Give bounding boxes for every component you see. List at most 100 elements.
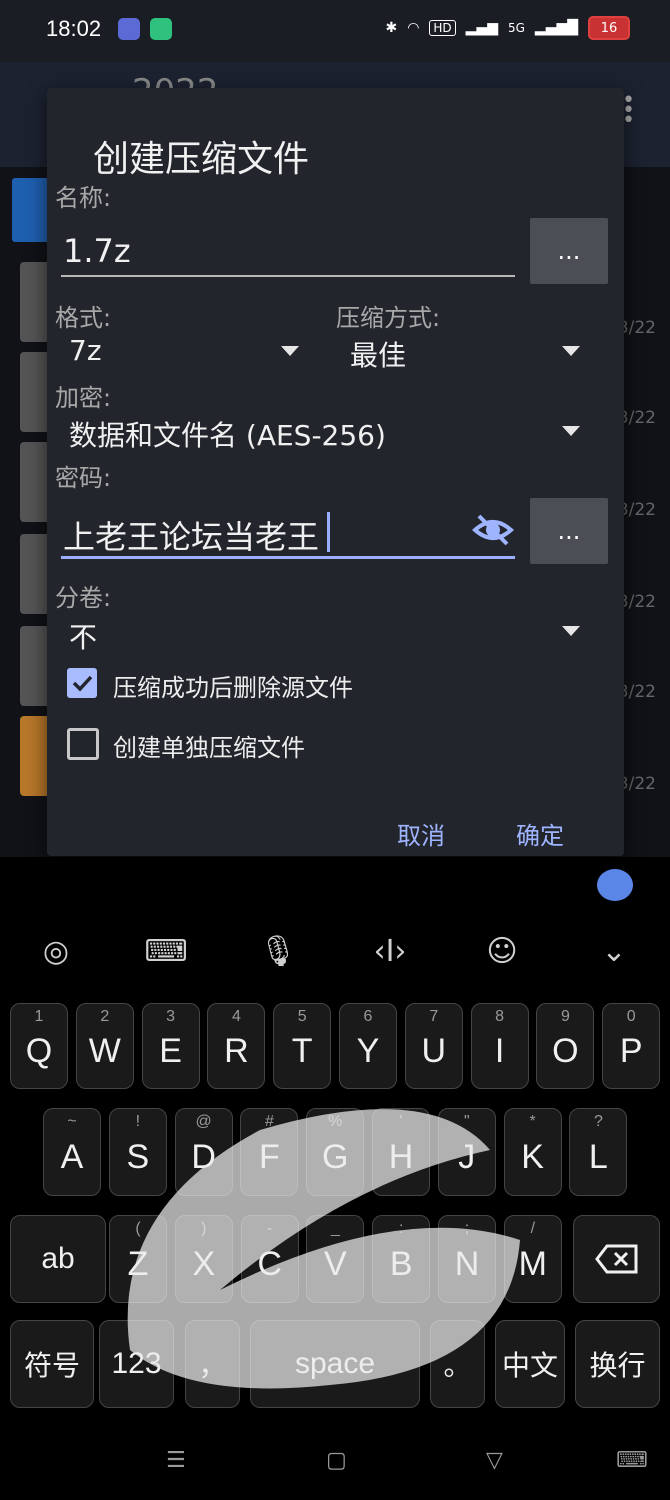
key-label: 123 (111, 1347, 162, 1380)
key-s[interactable]: ! S (108, 1108, 167, 1196)
home-icon[interactable]: ▢ (326, 1448, 347, 1473)
key-h[interactable]: ' H (372, 1108, 430, 1196)
comma-key[interactable]: ， (185, 1320, 240, 1408)
password-label: 密码: (55, 464, 112, 492)
key-r[interactable]: 4R (207, 1003, 266, 1089)
key-t[interactable]: 5T (273, 1003, 332, 1089)
shift-key[interactable]: ab (10, 1215, 106, 1303)
key-label: 。 (443, 1350, 472, 1381)
key-hint: ? (593, 1113, 603, 1130)
key-y[interactable]: 6Y (339, 1003, 397, 1089)
format-dropdown-icon[interactable] (281, 346, 299, 356)
name-input[interactable]: 1.7z (63, 232, 131, 270)
wifi-icon: ◠ (407, 20, 420, 36)
split-dropdown-icon[interactable] (562, 626, 580, 636)
dialog-title: 创建压缩文件 (93, 139, 310, 180)
key-hint: ( (135, 1220, 141, 1237)
key-label: O (552, 1031, 579, 1070)
key-a[interactable]: ~ A (43, 1108, 101, 1196)
key-b[interactable]: :B (372, 1215, 431, 1303)
key-j[interactable]: " J (437, 1108, 496, 1196)
visibility-off-icon[interactable] (471, 510, 515, 550)
name-browse-button[interactable]: ... (530, 218, 608, 284)
separate-archives-label[interactable]: 创建单独压缩文件 (113, 728, 305, 763)
key-label: H (388, 1137, 414, 1176)
bluetooth-icon: ✱ (385, 20, 398, 36)
key-g[interactable]: % G (306, 1108, 365, 1196)
key-e[interactable]: 3E (141, 1003, 200, 1089)
password-underline (61, 556, 515, 559)
signal-icon: ▂▄▆ (465, 20, 498, 36)
key-k[interactable]: * K (503, 1108, 562, 1196)
key-x[interactable]: ) X (174, 1215, 233, 1303)
split-label: 分卷: (55, 584, 112, 612)
encryption-dropdown-icon[interactable] (562, 426, 580, 436)
format-label: 格式: (55, 304, 112, 332)
method-dropdown-icon[interactable] (562, 346, 580, 356)
key-hint: : (398, 1220, 404, 1237)
key-w[interactable]: 2W (75, 1003, 134, 1089)
key-label: J (458, 1137, 476, 1176)
assistant-avatar-icon[interactable] (597, 869, 633, 901)
menu-icon[interactable]: ☰ (166, 1448, 186, 1473)
enter-key[interactable]: 换行 (575, 1320, 660, 1408)
key-n[interactable]: ; N (438, 1215, 496, 1303)
background-thumb (20, 716, 50, 796)
keyboard-icon[interactable]: ⌨ (144, 931, 187, 971)
period-key[interactable]: 。 (430, 1320, 485, 1408)
name-underline (61, 275, 515, 277)
key-q[interactable]: 1Q (10, 1003, 68, 1089)
numbers-key[interactable]: 123 (99, 1320, 174, 1408)
ok-button[interactable]: 确定 (516, 816, 564, 851)
key-l[interactable]: ? L (569, 1108, 628, 1196)
chinese-key[interactable]: 中文 (495, 1320, 565, 1408)
key-label: 中文 (501, 1350, 558, 1381)
background-thumb (20, 262, 50, 342)
key-f[interactable]: # F (240, 1108, 299, 1196)
cursor-icon[interactable]: ‹I› (370, 931, 410, 971)
key-o[interactable]: 9O (536, 1003, 595, 1089)
key-label: D (191, 1137, 216, 1176)
encryption-select[interactable]: 数据和文件名 (AES-256) (69, 414, 386, 454)
delete-after-label[interactable]: 压缩成功后删除源文件 (113, 668, 353, 703)
key-p[interactable]: 0P (602, 1003, 661, 1089)
key-c[interactable]: -C (240, 1215, 299, 1303)
microphone-icon[interactable]: 🎙 (258, 931, 298, 971)
space-key[interactable]: space (250, 1320, 420, 1408)
symbols-key[interactable]: 符号 (10, 1320, 94, 1408)
cancel-button[interactable]: 取消 (397, 816, 445, 851)
key-label: W (88, 1031, 121, 1070)
format-select[interactable]: 7z (69, 334, 102, 367)
separate-archives-checkbox[interactable] (67, 728, 99, 760)
backspace-key[interactable] (573, 1215, 660, 1303)
key-hint: 3 (166, 1008, 176, 1025)
password-browse-button[interactable]: ... (530, 498, 608, 564)
password-input[interactable]: 上老王论坛当老王 (63, 512, 319, 558)
key-label: M (518, 1244, 547, 1283)
encryption-label: 加密: (55, 384, 112, 412)
key-label: Z (127, 1244, 149, 1283)
background-thumb (20, 626, 50, 706)
create-archive-dialog: 创建压缩文件 名称: 1.7z ... 格式: 7z 压缩方式: 最佳 加密: … (47, 88, 624, 856)
delete-after-checkbox[interactable] (67, 668, 97, 698)
app-notification-icon (118, 18, 140, 40)
method-select[interactable]: 最佳 (350, 334, 406, 374)
key-v[interactable]: _ V (306, 1215, 365, 1303)
keyboard-switch-icon[interactable]: ⌨ (616, 1448, 648, 1473)
key-hint: # (264, 1113, 274, 1130)
key-hint: _ (330, 1220, 340, 1237)
emoji-icon[interactable]: ☺ (482, 931, 522, 971)
chevron-down-icon[interactable]: ⌄ (594, 931, 634, 971)
key-d[interactable]: @ D (174, 1108, 233, 1196)
key-u[interactable]: 7U (404, 1003, 463, 1089)
voice-input-icon[interactable]: ◎ (36, 931, 76, 971)
key-z[interactable]: (Z (109, 1215, 167, 1303)
back-icon[interactable]: ▽ (486, 1448, 503, 1473)
background-folder-icon (12, 178, 52, 242)
signal-icon-2: ▂▄▆█ (534, 20, 578, 36)
key-label: L (588, 1137, 608, 1176)
split-select[interactable]: 不 (69, 616, 97, 656)
key-m[interactable]: / M (503, 1215, 562, 1303)
key-i[interactable]: 8I (470, 1003, 529, 1089)
battery-icon: 16 (588, 16, 630, 40)
